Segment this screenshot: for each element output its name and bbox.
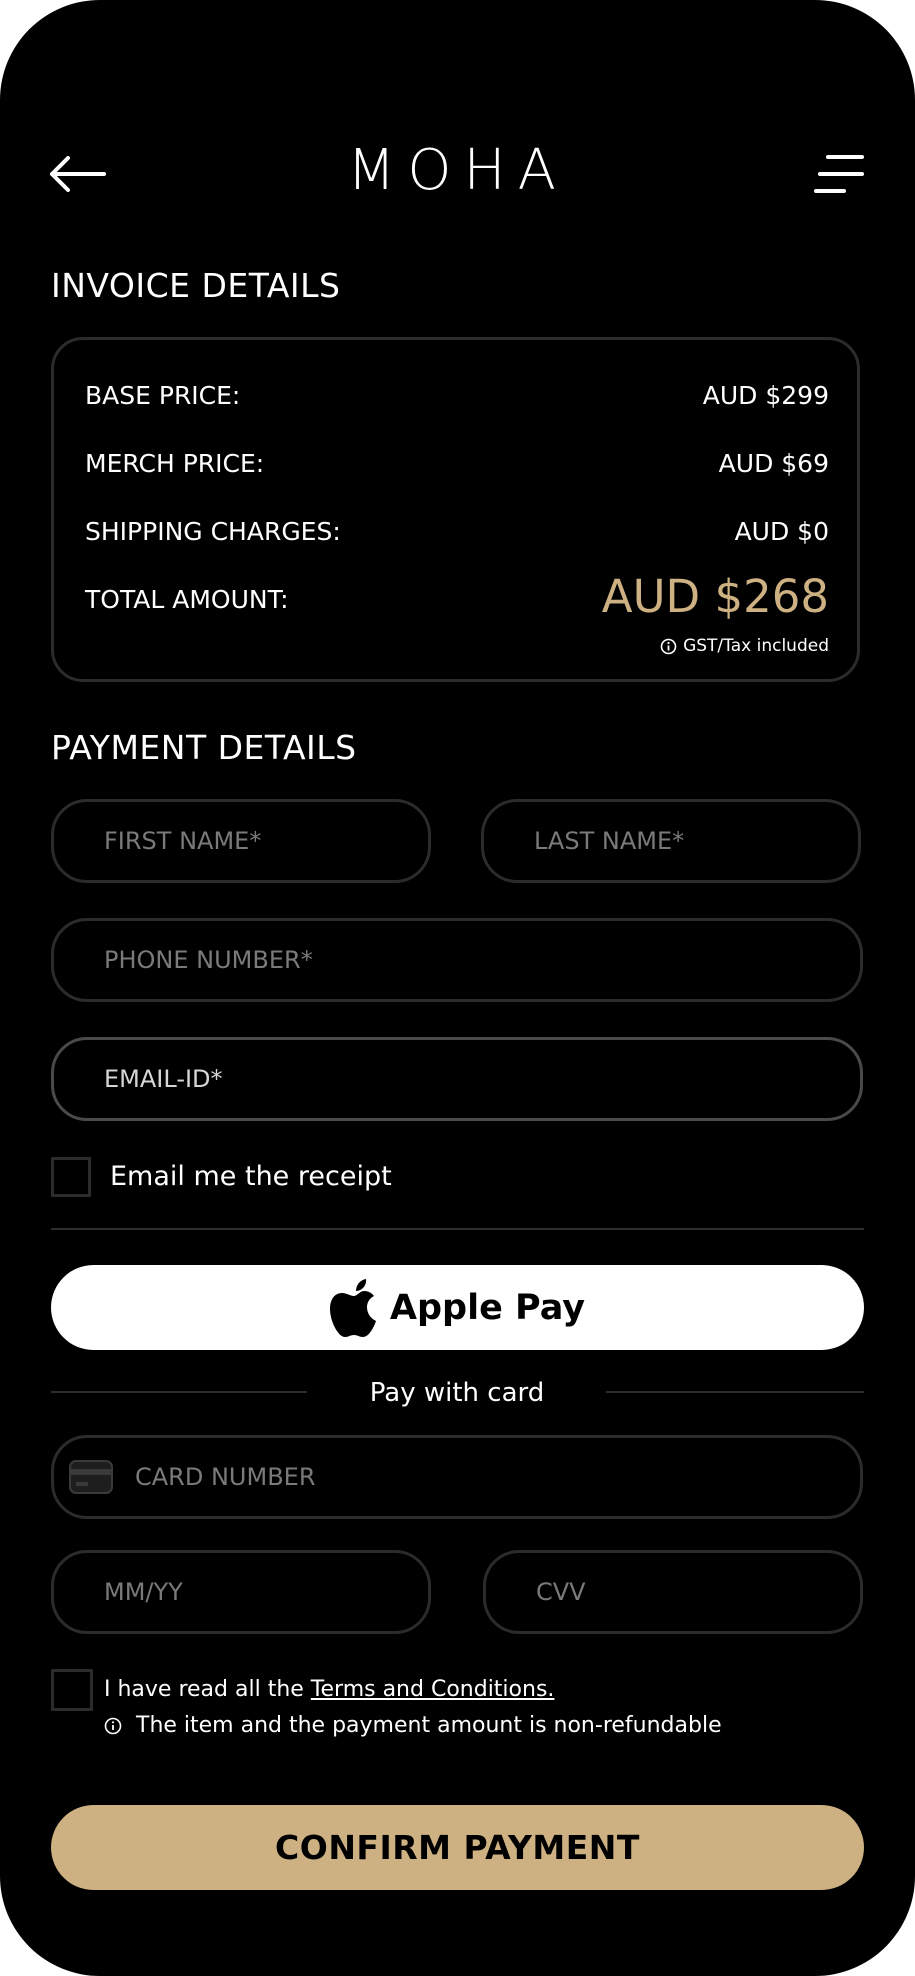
- confirm-payment-button[interactable]: CONFIRM PAYMENT: [51, 1805, 864, 1890]
- terms-text: I have read all the Terms and Conditions…: [104, 1677, 554, 1702]
- tax-note-text: GST/Tax included: [683, 636, 829, 656]
- cvv-field[interactable]: [483, 1550, 863, 1634]
- base-price-value: AUD $299: [702, 381, 829, 410]
- info-icon: [104, 1717, 122, 1734]
- pay-with-card-label: Pay with card: [369, 1378, 545, 1408]
- card-number-input[interactable]: [135, 1463, 860, 1491]
- section-divider: [51, 1228, 864, 1230]
- email-field[interactable]: [51, 1037, 863, 1121]
- pay-with-card-divider-right: [606, 1391, 864, 1393]
- first-name-input[interactable]: [104, 827, 428, 855]
- card-number-field[interactable]: [51, 1435, 863, 1519]
- shipping-charges-label: SHIPPING CHARGES:: [85, 517, 341, 546]
- total-amount-label: TOTAL AMOUNT:: [85, 585, 289, 614]
- terms-checkbox[interactable]: [51, 1669, 93, 1711]
- pay-with-card-divider-left: [51, 1391, 307, 1393]
- cvv-input[interactable]: [536, 1578, 860, 1606]
- payment-details-title: PAYMENT DETAILS: [51, 728, 357, 767]
- expiry-field[interactable]: [51, 1550, 431, 1634]
- base-price-label: BASE PRICE:: [85, 381, 241, 410]
- terms-prefix: I have read all the: [104, 1677, 311, 1702]
- email-input[interactable]: [104, 1065, 860, 1093]
- credit-card-icon: [69, 1460, 113, 1494]
- phone-screen: MOHA INVOICE DETAILS BASE PRICE: AUD $29…: [0, 0, 915, 1976]
- email-receipt-label: Email me the receipt: [110, 1161, 392, 1192]
- last-name-field[interactable]: [481, 799, 861, 883]
- back-arrow-icon[interactable]: [48, 156, 106, 192]
- invoice-details-title: INVOICE DETAILS: [51, 266, 341, 305]
- phone-number-input[interactable]: [104, 946, 860, 974]
- apple-pay-button[interactable]: Apple Pay: [51, 1265, 864, 1350]
- apple-pay-label: Apple Pay: [389, 1287, 586, 1328]
- merch-price-label: MERCH PRICE:: [85, 449, 265, 478]
- merch-price-value: AUD $69: [718, 449, 829, 478]
- email-receipt-checkbox[interactable]: [51, 1157, 91, 1197]
- last-name-input[interactable]: [534, 827, 858, 855]
- menu-icon[interactable]: [814, 154, 864, 194]
- total-amount-value: AUD $268: [601, 570, 829, 623]
- refund-note-text: The item and the payment amount is non-r…: [136, 1713, 722, 1738]
- apple-logo-icon: [329, 1278, 376, 1337]
- expiry-input[interactable]: [104, 1578, 428, 1606]
- phone-number-field[interactable]: [51, 918, 863, 1002]
- brand-logo: MOHA: [347, 138, 568, 203]
- tax-note: GST/Tax included: [529, 636, 829, 656]
- refund-note: The item and the payment amount is non-r…: [104, 1713, 722, 1738]
- info-icon: [660, 638, 677, 654]
- first-name-field[interactable]: [51, 799, 431, 883]
- shipping-charges-value: AUD $0: [734, 517, 829, 546]
- terms-link[interactable]: Terms and Conditions.: [311, 1677, 555, 1702]
